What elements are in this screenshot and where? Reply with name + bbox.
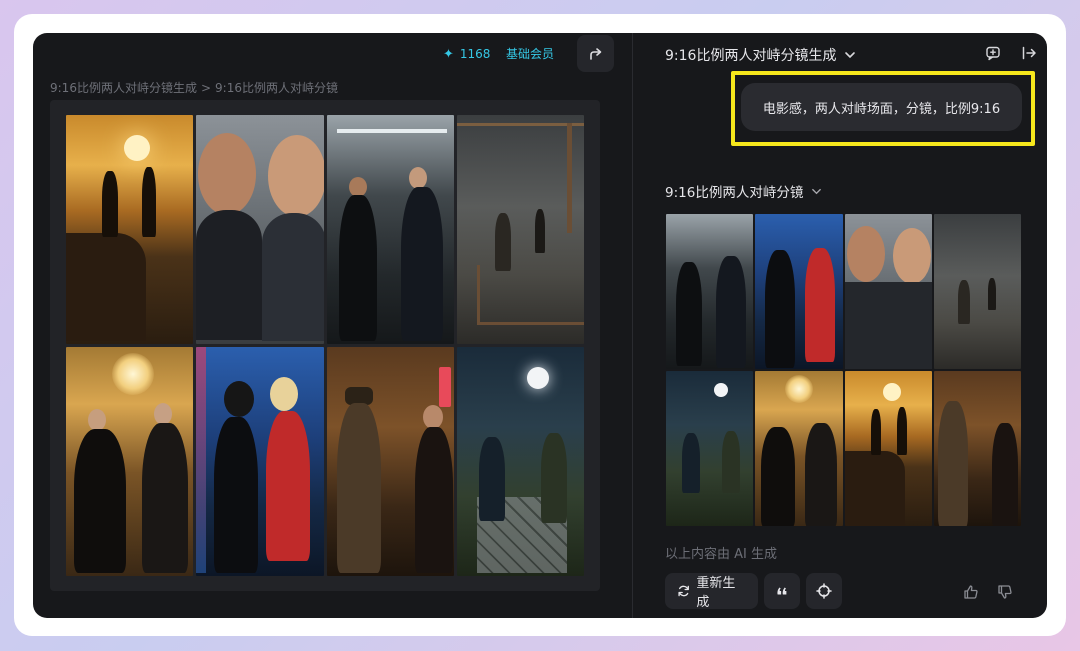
crosshair-icon (816, 583, 832, 599)
quote-icon (777, 587, 787, 595)
user-prompt-bubble: 电影感，两人对峙场面，分镜，比例9:16 (741, 83, 1022, 131)
storyboard-tile-moonlit-duel[interactable] (456, 347, 584, 576)
result-tile-ballroom-faceoff[interactable] (755, 371, 843, 526)
thumbs-up-icon (964, 585, 978, 599)
breadcrumb-current: 9:16比例两人对峙分镜 (215, 81, 338, 95)
credits-badge[interactable]: ✦ 1168 (443, 43, 490, 65)
quote-button[interactable] (764, 573, 800, 609)
new-chat-button[interactable] (983, 43, 1003, 63)
collapse-panel-button[interactable] (1019, 43, 1039, 63)
storyboard-tile-sunset-cliff[interactable] (66, 115, 194, 344)
credits-count: 1168 (459, 47, 491, 61)
result-tile-neon-rain[interactable] (755, 214, 843, 369)
result-image-grid[interactable] (666, 214, 1021, 526)
storyboard-tile-neon-rain[interactable] (196, 347, 324, 576)
conversation-title-dropdown[interactable]: 9:16比例两人对峙分镜生成 (665, 45, 856, 65)
chat-pane: 9:16比例两人对峙分镜生成 电影感，两人对峙场面，分镜，比例9:16 9:16… (633, 33, 1047, 618)
storyboard-tile-office-faceoff[interactable] (196, 115, 324, 344)
thumbs-down-button[interactable] (996, 583, 1014, 601)
result-title-dropdown[interactable]: 9:16比例两人对峙分镜 (665, 181, 822, 201)
storyboard-canvas (50, 100, 600, 591)
exit-panel-icon (1022, 46, 1036, 60)
storyboard-grid (66, 115, 584, 576)
conversation-title: 9:16比例两人对峙分镜生成 (665, 48, 837, 64)
membership-link[interactable]: 基础会员 (506, 45, 554, 62)
result-actions: 重新生成 (665, 573, 842, 610)
result-tile-bar-interior[interactable] (933, 371, 1021, 526)
chevron-down-icon (812, 188, 822, 194)
breadcrumb-separator: > (200, 80, 212, 95)
storyboard-tile-warehouse-fight[interactable] (456, 115, 584, 344)
regenerate-label: 重新生成 (696, 576, 736, 610)
thumbs-down-icon (998, 585, 1012, 599)
result-tile-warehouse-fight[interactable] (933, 214, 1021, 369)
result-tile-moonlit-duel[interactable] (666, 371, 754, 526)
new-chat-icon (986, 46, 1000, 61)
result-tile-office-faceoff[interactable] (844, 214, 932, 369)
share-icon (589, 47, 601, 60)
result-tile-corridor-faceoff[interactable] (666, 214, 754, 369)
result-tile-sunset-cliff[interactable] (844, 371, 932, 526)
breadcrumb: 9:16比例两人对峙分镜生成 > 9:16比例两人对峙分镜 (50, 79, 338, 96)
storyboard-tile-bar-interior[interactable] (326, 347, 454, 576)
regenerate-button[interactable]: 重新生成 (665, 573, 758, 610)
result-title: 9:16比例两人对峙分镜 (665, 185, 804, 201)
storyboard-tile-corridor-faceoff[interactable] (326, 115, 454, 344)
user-prompt-text: 电影感，两人对峙场面，分镜，比例9:16 (762, 101, 1001, 117)
sparkle-icon: ✦ (443, 46, 454, 62)
refresh-icon (678, 585, 689, 597)
share-button[interactable] (577, 35, 614, 72)
breadcrumb-parent[interactable]: 9:16比例两人对峙分镜生成 (50, 79, 197, 96)
locate-button[interactable] (806, 573, 842, 609)
app-window: ✦ 1168 基础会员 9:16比例两人对峙分镜生成 > 9:16比例两人对峙分… (33, 33, 1047, 618)
canvas-pane: ✦ 1168 基础会员 9:16比例两人对峙分镜生成 > 9:16比例两人对峙分… (33, 33, 633, 618)
chevron-down-icon (845, 52, 856, 59)
ai-generated-note: 以上内容由 AI 生成 (665, 547, 777, 562)
storyboard-tile-ballroom-faceoff[interactable] (66, 347, 194, 576)
thumbs-up-button[interactable] (962, 583, 980, 601)
